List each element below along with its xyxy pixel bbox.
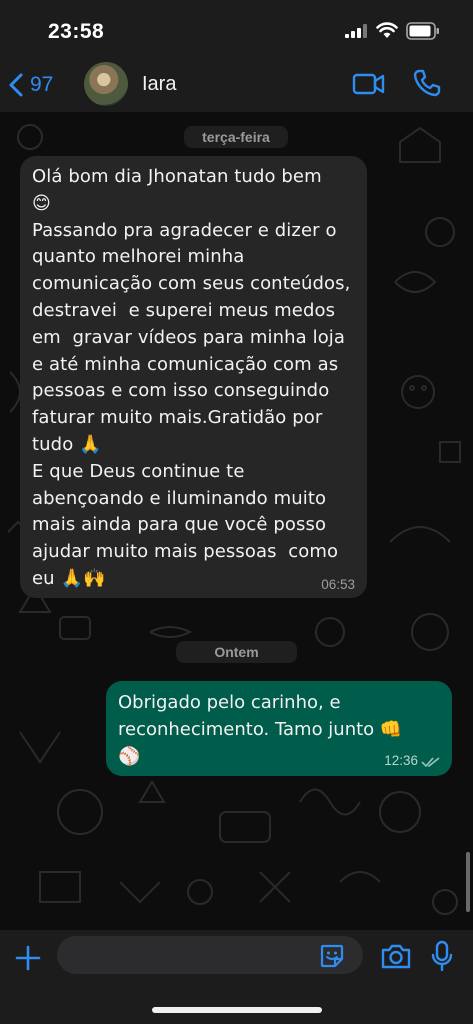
home-indicator — [152, 1007, 322, 1013]
date-separator: Ontem — [176, 641, 297, 663]
plus-icon[interactable] — [14, 944, 42, 972]
message-time: 06:53 — [321, 577, 355, 592]
chat-area[interactable]: terça-feira Olá bom dia Jhonatan tudo be… — [0, 112, 473, 930]
avatar[interactable] — [84, 62, 128, 106]
wifi-icon — [376, 22, 398, 38]
date-separator: terça-feira — [184, 126, 288, 148]
status-bar: 23:58 — [0, 0, 473, 60]
message-time: 12:36 — [384, 753, 418, 768]
message-text: Olá bom dia Jhonatan tudo bem 😊 Passando… — [32, 166, 351, 589]
battery-icon — [406, 22, 439, 40]
signal-icon — [345, 24, 367, 38]
back-button[interactable]: 97 — [8, 70, 88, 100]
chevron-left-icon — [9, 73, 23, 97]
composer-bar — [0, 930, 473, 1024]
double-check-icon — [421, 757, 440, 768]
incoming-message[interactable]: Olá bom dia Jhonatan tudo bem 😊 Passando… — [20, 156, 367, 598]
camera-icon[interactable] — [380, 942, 412, 970]
sticker-icon[interactable] — [318, 942, 346, 970]
outgoing-message[interactable]: Obrigado pelo carinho, e reconhecimento.… — [106, 681, 452, 776]
chat-header: 97 Iara — [0, 58, 473, 113]
contact-name[interactable]: Iara — [142, 73, 176, 96]
phone-icon[interactable] — [412, 68, 442, 98]
video-camera-icon[interactable] — [352, 70, 386, 98]
unread-count: 97 — [30, 73, 54, 96]
status-time: 23:58 — [48, 20, 105, 43]
microphone-icon[interactable] — [430, 940, 454, 972]
scrollbar[interactable] — [466, 852, 470, 912]
